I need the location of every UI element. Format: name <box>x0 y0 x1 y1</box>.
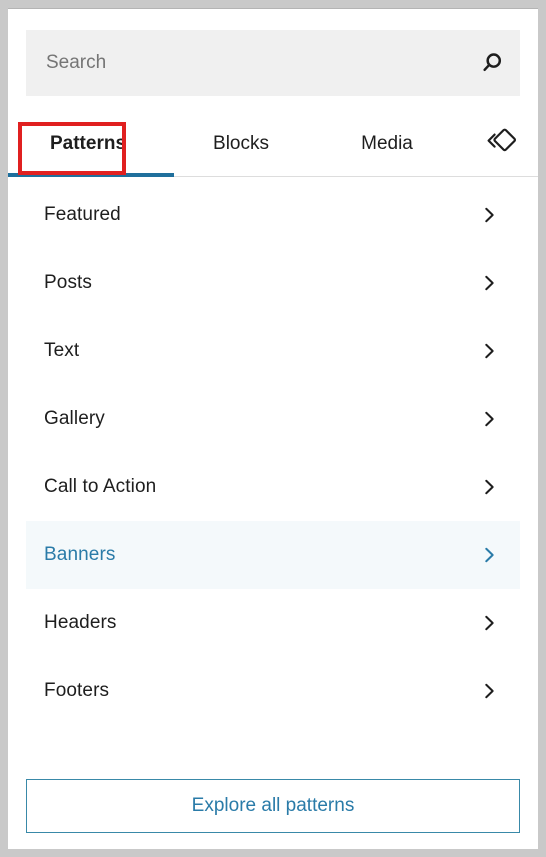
chevron-right-icon <box>476 338 502 364</box>
search-box[interactable] <box>26 30 520 96</box>
list-item[interactable]: Headers <box>26 589 520 657</box>
window-frame: Patterns Blocks Media Featured <box>0 0 546 857</box>
chevron-right-icon <box>476 270 502 296</box>
tab-active-indicator <box>8 173 174 177</box>
explore-all-patterns-button[interactable]: Explore all patterns <box>26 779 520 833</box>
list-item-label: Posts <box>44 272 93 293</box>
block-inserter-panel: Patterns Blocks Media Featured <box>8 8 538 849</box>
search-input[interactable] <box>26 30 464 96</box>
tab-bar: Patterns Blocks Media <box>8 111 538 177</box>
list-item[interactable]: Featured <box>26 181 520 249</box>
chevron-right-icon <box>476 202 502 228</box>
list-item-label: Headers <box>44 612 117 633</box>
list-item[interactable]: Gallery <box>26 385 520 453</box>
pattern-category-list: Featured Posts Text Gallery Call to Acti… <box>8 181 538 725</box>
list-item[interactable]: Banners <box>26 521 520 589</box>
chevron-right-icon <box>476 474 502 500</box>
chevron-right-icon <box>476 542 502 568</box>
list-item[interactable]: Footers <box>26 657 520 725</box>
list-item-label: Call to Action <box>44 476 157 497</box>
tab-blocks[interactable]: Blocks <box>168 111 314 176</box>
search-region <box>26 30 520 96</box>
list-item[interactable]: Text <box>26 317 520 385</box>
list-item[interactable]: Call to Action <box>26 453 520 521</box>
block-diamond-icon-button[interactable] <box>470 111 530 177</box>
block-diamond-icon <box>483 126 517 163</box>
list-item-label: Footers <box>44 680 110 701</box>
list-item-label: Featured <box>44 204 121 225</box>
search-icon <box>464 30 520 96</box>
chevron-right-icon <box>476 406 502 432</box>
list-item-label: Banners <box>44 544 116 565</box>
list-item-label: Gallery <box>44 408 105 429</box>
list-item[interactable]: Posts <box>26 249 520 317</box>
tab-media[interactable]: Media <box>314 111 460 176</box>
chevron-right-icon <box>476 610 502 636</box>
list-item-label: Text <box>44 340 80 361</box>
tab-patterns[interactable]: Patterns <box>8 111 168 176</box>
chevron-right-icon <box>476 678 502 704</box>
